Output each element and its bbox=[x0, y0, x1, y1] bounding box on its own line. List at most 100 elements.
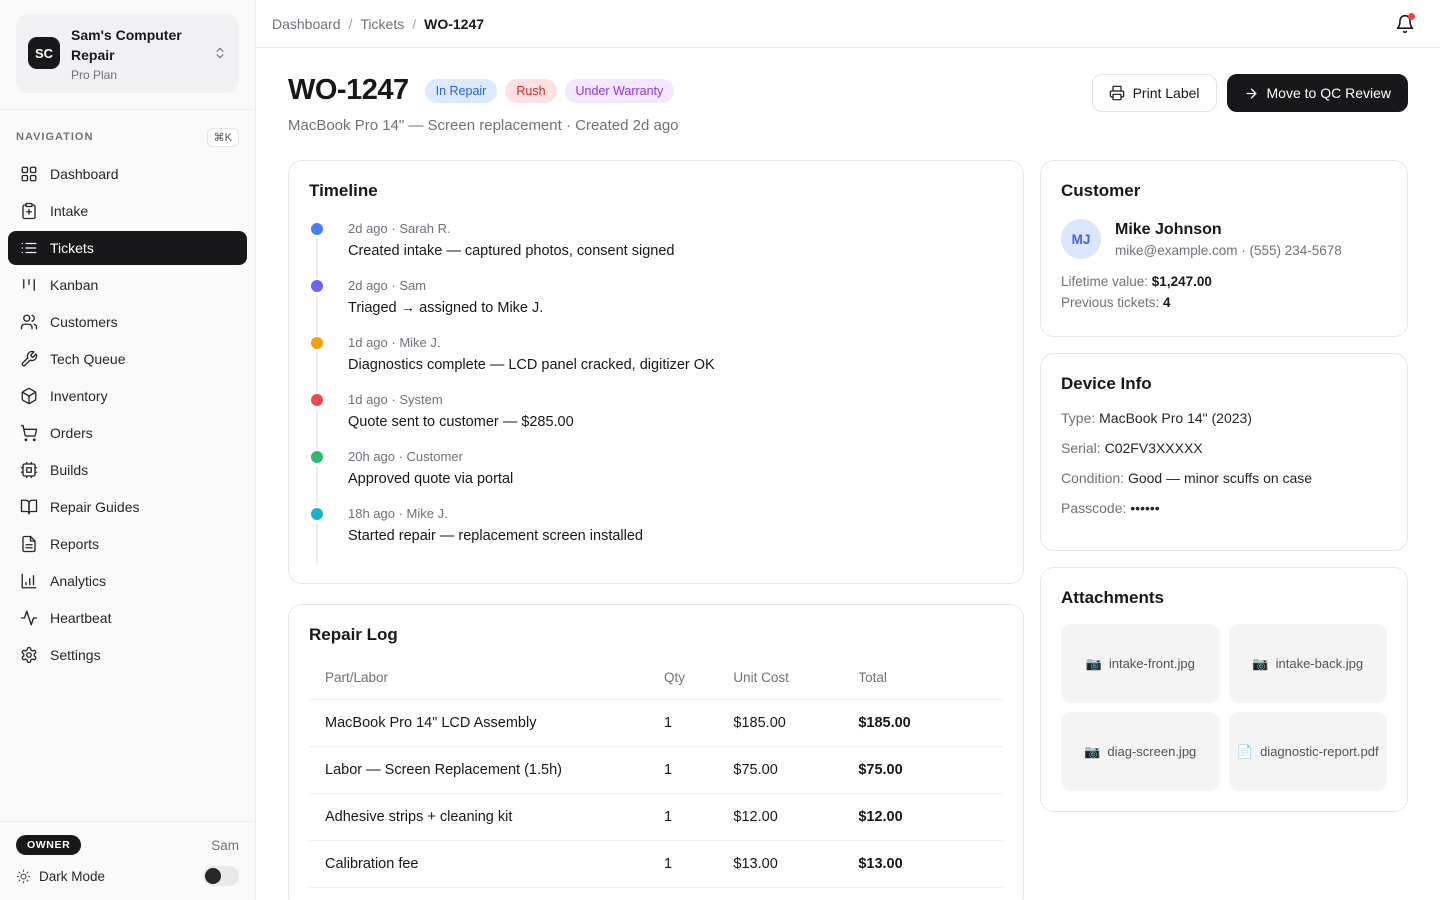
timeline-event-text: Approved quote via portal bbox=[348, 471, 1003, 487]
customer-contact: mike@example.com · (555) 234-5678 bbox=[1115, 243, 1342, 258]
dark-mode-label: Dark Mode bbox=[39, 869, 105, 884]
attachment-tile-intake-front-jpg[interactable]: 📷 intake-front.jpg bbox=[1061, 624, 1220, 703]
device-field: Passcode: •••••• bbox=[1061, 500, 1387, 516]
sidebar-item-label: Intake bbox=[50, 203, 88, 219]
sidebar-item-kanban[interactable]: Kanban bbox=[8, 268, 247, 302]
sidebar-item-label: Tech Queue bbox=[50, 351, 126, 367]
timeline-event: 2d ago · Sam Triaged → assigned to Mike … bbox=[311, 278, 1003, 335]
timeline-event-meta: 18h ago · Mike J. bbox=[348, 506, 1003, 521]
cell-qty: 1 bbox=[656, 700, 725, 747]
attachments-title: Attachments bbox=[1061, 588, 1387, 608]
timeline-event-text: Quote sent to customer — $285.00 bbox=[348, 414, 1003, 430]
cell-unit-cost: $12.00 bbox=[725, 794, 850, 841]
sidebar-item-label: Customers bbox=[50, 314, 118, 330]
timeline-dot-icon bbox=[311, 394, 323, 406]
customer-stat: Lifetime value: $1,247.00 bbox=[1061, 274, 1387, 289]
notification-dot bbox=[1408, 13, 1415, 20]
intake-icon bbox=[20, 202, 38, 220]
printer-icon bbox=[1109, 85, 1125, 101]
nav-section-label: NAVIGATION bbox=[16, 131, 93, 143]
repair-log-title: Repair Log bbox=[309, 625, 1003, 645]
settings-icon bbox=[20, 646, 38, 664]
move-to-qc-button[interactable]: Move to QC Review bbox=[1227, 74, 1408, 112]
user-name: Sam bbox=[211, 838, 239, 853]
sidebar-item-repair-guides[interactable]: Repair Guides bbox=[8, 490, 247, 524]
sidebar-item-tech-queue[interactable]: Tech Queue bbox=[8, 342, 247, 376]
attachment-name: intake-front.jpg bbox=[1109, 656, 1195, 671]
topbar: Dashboard / Tickets / WO-1247 bbox=[256, 0, 1440, 48]
attachment-name: intake-back.jpg bbox=[1276, 656, 1363, 671]
cell-total: $75.00 bbox=[850, 747, 1003, 794]
sidebar-footer: OWNER Sam Dark Mode bbox=[0, 821, 255, 900]
builds-icon bbox=[20, 461, 38, 479]
sidebar-item-label: Repair Guides bbox=[50, 499, 140, 515]
breadcrumb: Dashboard / Tickets / WO-1247 bbox=[272, 16, 484, 32]
repair-log-row: MacBook Pro 14" LCD Assembly 1 $185.00 $… bbox=[309, 700, 1003, 747]
orders-icon bbox=[20, 424, 38, 442]
timeline-dot-icon bbox=[311, 337, 323, 349]
timeline-card: Timeline 2d ago · Sarah R. Created intak… bbox=[288, 160, 1024, 584]
cell-qty: 1 bbox=[656, 747, 725, 794]
attachment-name: diag-screen.jpg bbox=[1107, 744, 1196, 759]
sidebar-item-label: Inventory bbox=[50, 388, 108, 404]
attachment-name: diagnostic-report.pdf bbox=[1260, 744, 1379, 759]
workspace-switcher[interactable]: SC Sam's Computer Repair Pro Plan bbox=[16, 14, 239, 93]
attachment-tile-intake-back-jpg[interactable]: 📷 intake-back.jpg bbox=[1229, 624, 1388, 703]
sidebar-item-builds[interactable]: Builds bbox=[8, 453, 247, 487]
timeline-dot-icon bbox=[311, 223, 323, 235]
breadcrumb-tickets[interactable]: Tickets bbox=[360, 16, 404, 32]
ticket-subtitle: MacBook Pro 14" — Screen replacement · C… bbox=[288, 117, 679, 134]
sidebar-item-intake[interactable]: Intake bbox=[8, 194, 247, 228]
timeline-event-text: Triaged → assigned to Mike J. bbox=[348, 300, 1003, 316]
sidebar-item-heartbeat[interactable]: Heartbeat bbox=[8, 601, 247, 635]
timeline-event-text: Started repair — replacement screen inst… bbox=[348, 528, 1003, 544]
timeline-event-meta: 20h ago · Customer bbox=[348, 449, 1003, 464]
attachment-tile-diag-screen-jpg[interactable]: 📷 diag-screen.jpg bbox=[1061, 712, 1220, 791]
cell-unit-cost: $185.00 bbox=[725, 700, 850, 747]
cell-total: $185.00 bbox=[850, 700, 1003, 747]
sidebar-item-settings[interactable]: Settings bbox=[8, 638, 247, 672]
sidebar-item-label: Settings bbox=[50, 647, 101, 663]
kanban-icon bbox=[20, 276, 38, 294]
timeline-title: Timeline bbox=[309, 181, 1003, 201]
timeline-event: 2d ago · Sarah R. Created intake — captu… bbox=[311, 221, 1003, 278]
timeline-event-meta: 2d ago · Sam bbox=[348, 278, 1003, 293]
notifications-button[interactable] bbox=[1386, 5, 1424, 43]
tech-queue-icon bbox=[20, 350, 38, 368]
sidebar-item-orders[interactable]: Orders bbox=[8, 416, 247, 450]
timeline-event-meta: 1d ago · Mike J. bbox=[348, 335, 1003, 350]
sidebar-nav: Dashboard Intake Tickets Kanban Customer… bbox=[0, 157, 255, 675]
sidebar-item-reports[interactable]: Reports bbox=[8, 527, 247, 561]
sidebar-item-customers[interactable]: Customers bbox=[8, 305, 247, 339]
avatar: MJ bbox=[1061, 219, 1101, 259]
repair-log-card: Repair Log Part/Labor Qty Unit Cost Tota… bbox=[288, 604, 1024, 900]
device-info-card: Device Info Type: MacBook Pro 14" (2023)… bbox=[1040, 353, 1408, 551]
print-label-button[interactable]: Print Label bbox=[1092, 74, 1217, 112]
sidebar-item-analytics[interactable]: Analytics bbox=[8, 564, 247, 598]
inventory-icon bbox=[20, 387, 38, 405]
sidebar-item-tickets[interactable]: Tickets bbox=[8, 231, 247, 265]
sidebar-item-dashboard[interactable]: Dashboard bbox=[8, 157, 247, 191]
timeline-event-meta: 2d ago · Sarah R. bbox=[348, 221, 1003, 236]
status-badge-in-repair: In Repair bbox=[425, 79, 498, 103]
repair-log-table: Part/Labor Qty Unit Cost Total MacBook P… bbox=[309, 658, 1003, 888]
repair-log-row: Calibration fee 1 $13.00 $13.00 bbox=[309, 841, 1003, 888]
sidebar: SC Sam's Computer Repair Pro Plan NAVIGA… bbox=[0, 0, 256, 900]
cell-part: MacBook Pro 14" LCD Assembly bbox=[309, 700, 656, 747]
cell-unit-cost: $75.00 bbox=[725, 747, 850, 794]
cell-part: Adhesive strips + cleaning kit bbox=[309, 794, 656, 841]
workspace-plan: Pro Plan bbox=[71, 68, 202, 82]
timeline-event-text: Created intake — captured photos, consen… bbox=[348, 243, 1003, 259]
column-qty: Qty bbox=[656, 658, 725, 700]
file-type-icon: 📷 bbox=[1086, 656, 1102, 672]
customers-icon bbox=[20, 313, 38, 331]
command-k-shortcut: ⌘K bbox=[207, 128, 239, 147]
timeline-dot-icon bbox=[311, 451, 323, 463]
sidebar-item-label: Tickets bbox=[50, 240, 94, 256]
attachment-tile-diagnostic-report-pdf[interactable]: 📄 diagnostic-report.pdf bbox=[1229, 712, 1388, 791]
dark-mode-toggle[interactable] bbox=[203, 866, 239, 886]
breadcrumb-dashboard[interactable]: Dashboard bbox=[272, 16, 341, 32]
timeline-dot-icon bbox=[311, 508, 323, 520]
sidebar-item-inventory[interactable]: Inventory bbox=[8, 379, 247, 413]
page-title: WO-1247 bbox=[288, 74, 409, 107]
